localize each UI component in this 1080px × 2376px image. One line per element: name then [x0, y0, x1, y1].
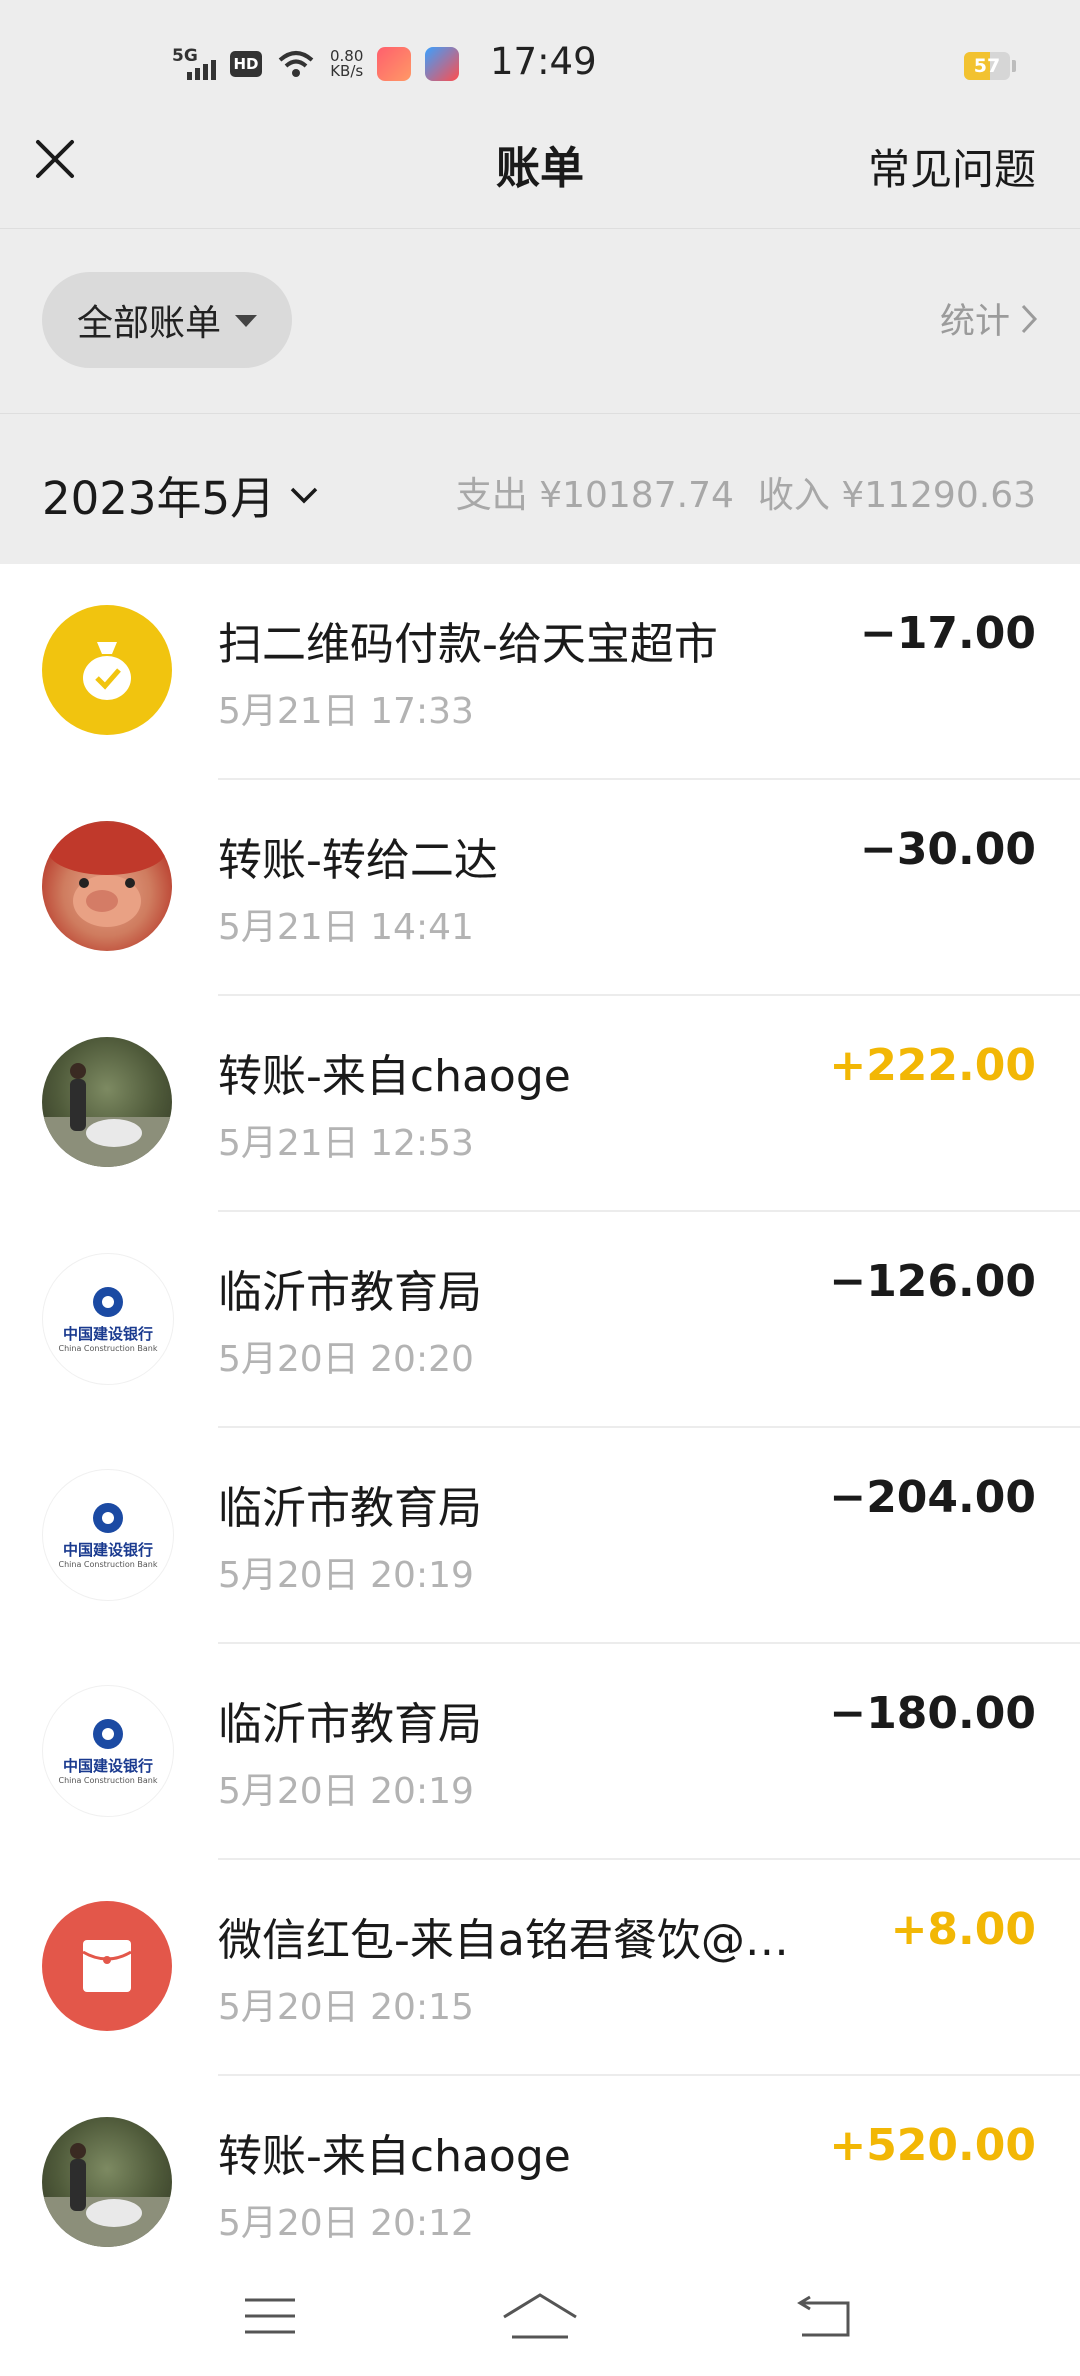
transaction-title: 转账-来自chaoge	[218, 1051, 571, 1102]
clock: 17:49	[490, 40, 597, 83]
menu-icon	[245, 2298, 295, 2334]
battery-percent: 57	[973, 55, 1001, 77]
faq-link[interactable]: 常见问题	[868, 136, 1036, 197]
transaction-amount: −30.00	[859, 824, 1036, 875]
home-icon	[503, 2293, 577, 2339]
transaction-time: 5月20日 20:19	[218, 1555, 474, 1596]
month-label: 2023年5月	[42, 472, 276, 525]
statistics-label: 统计	[939, 302, 1010, 342]
back-button[interactable]	[784, 2286, 864, 2346]
transaction-title: 转账-转给二达	[218, 835, 498, 886]
transaction-amount: −180.00	[829, 1688, 1036, 1739]
transaction-amount: +222.00	[829, 1040, 1036, 1091]
all-bills-label: 全部账单	[76, 303, 221, 344]
transaction-row[interactable]: 转账-来自chaoge 5月21日 12:53 +222.00	[0, 996, 1080, 1212]
all-bills-dropdown[interactable]: 全部账单	[42, 272, 292, 368]
photo-avatar	[42, 1037, 172, 1167]
expense-summary: 支出 ¥10187.74	[455, 475, 734, 516]
transaction-amount: +520.00	[829, 2120, 1036, 2171]
transaction-row[interactable]: 中国建设银行 China Construction Bank 临沂市教育局 5月…	[0, 1644, 1080, 1860]
system-nav-bar	[0, 2256, 1080, 2376]
back-icon	[797, 2295, 850, 2337]
transaction-title: 临沂市教育局	[218, 1267, 482, 1318]
battery-icon: 57	[964, 52, 1016, 80]
income-summary: 收入 ¥11290.63	[757, 475, 1036, 516]
transaction-row[interactable]: 扫二维码付款-给天宝超市 5月21日 17:33 −17.00	[0, 564, 1080, 780]
transaction-time: 5月21日 12:53	[218, 1123, 474, 1164]
caret-down-icon	[235, 315, 257, 327]
transaction-time: 5月21日 14:41	[218, 907, 474, 948]
transaction-row[interactable]: 转账-转给二达 5月21日 14:41 −30.00	[0, 780, 1080, 996]
ccb-bank-logo: 中国建设银行 China Construction Bank	[42, 1469, 174, 1601]
transaction-title: 扫二维码付款-给天宝超市	[218, 619, 718, 670]
money-bag-icon	[42, 605, 172, 735]
transaction-row[interactable]: 微信红包-来自a铭君餐饮@… 5月20日 20:15 +8.00	[0, 1860, 1080, 2076]
ccb-bank-logo: 中国建设银行 China Construction Bank	[42, 1685, 174, 1817]
transaction-time: 5月20日 20:12	[218, 2203, 474, 2244]
transaction-amount: −17.00	[859, 608, 1036, 659]
wifi-icon	[276, 48, 316, 80]
home-button[interactable]	[500, 2286, 580, 2346]
transaction-time: 5月20日 20:19	[218, 1771, 474, 1812]
transaction-amount: −126.00	[829, 1256, 1036, 1307]
menu-button[interactable]	[230, 2286, 310, 2346]
statistics-link[interactable]: 统计	[940, 293, 1038, 344]
hd-badge: HD	[230, 51, 262, 77]
month-selector[interactable]: 2023年5月	[42, 462, 319, 527]
transaction-list: 扫二维码付款-给天宝超市 5月21日 17:33 −17.00 转账-转给二达 …	[0, 564, 1080, 2256]
transaction-title: 微信红包-来自a铭君餐饮@…	[218, 1915, 789, 1966]
transaction-time: 5月20日 20:20	[218, 1339, 474, 1380]
transaction-row[interactable]: 转账-来自chaoge 5月20日 20:12 +520.00	[0, 2076, 1080, 2256]
cellular-signal-icon: 5G	[172, 46, 216, 82]
status-icons: 5G HD 0.80 KB/s	[172, 44, 460, 84]
transaction-row[interactable]: 中国建设银行 China Construction Bank 临沂市教育局 5月…	[0, 1212, 1080, 1428]
pig-avatar	[42, 821, 172, 951]
photo-avatar	[42, 2117, 172, 2247]
notification-app-icon	[425, 47, 460, 81]
title-bar: 账单 常见问题	[0, 100, 1080, 228]
red-packet-icon	[42, 1901, 172, 2031]
transaction-title: 临沂市教育局	[218, 1699, 482, 1750]
transaction-time: 5月20日 20:15	[218, 1987, 474, 2028]
chevron-right-icon	[1021, 304, 1038, 333]
chevron-down-icon	[290, 487, 318, 503]
month-summary: 支出 ¥10187.74 收入 ¥11290.63	[456, 466, 1036, 518]
transaction-amount: −204.00	[829, 1472, 1036, 1523]
transaction-amount: +8.00	[890, 1904, 1036, 1955]
network-speed: 0.80 KB/s	[330, 47, 364, 80]
transaction-title: 转账-来自chaoge	[218, 2131, 571, 2182]
transaction-time: 5月21日 17:33	[218, 691, 474, 732]
ccb-bank-logo: 中国建设银行 China Construction Bank	[42, 1253, 174, 1385]
transaction-row[interactable]: 中国建设银行 China Construction Bank 临沂市教育局 5月…	[0, 1428, 1080, 1644]
kuaishou-app-icon	[377, 47, 412, 81]
month-header: 2023年5月 支出 ¥10187.74 收入 ¥11290.63	[0, 414, 1080, 564]
transaction-title: 临沂市教育局	[218, 1483, 482, 1534]
filter-row: 全部账单 统计	[0, 229, 1080, 413]
